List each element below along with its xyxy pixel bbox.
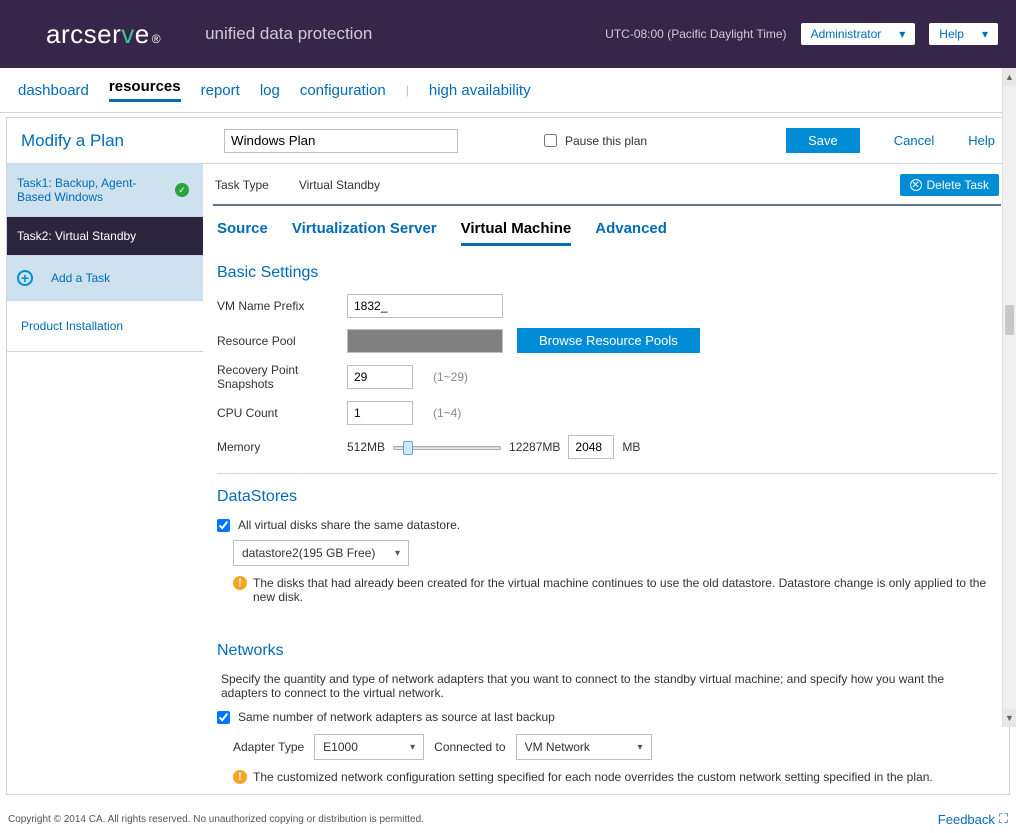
memory-min: 512MB <box>347 440 385 454</box>
caret-down-icon: ▾ <box>410 742 415 753</box>
warning-icon: ! <box>233 770 247 784</box>
caret-down-icon: ▾ <box>899 27 905 41</box>
memory-label: Memory <box>217 440 347 454</box>
nav-log[interactable]: log <box>260 82 280 99</box>
datastore-select[interactable]: datastore2(195 GB Free) ▾ <box>233 540 409 566</box>
tab-source[interactable]: Source <box>217 220 268 246</box>
help-link[interactable]: Help <box>968 133 995 148</box>
expand-icon: ⛶ <box>999 811 1008 827</box>
vm-prefix-input[interactable] <box>347 294 503 318</box>
tab-virtualization-server[interactable]: Virtualization Server <box>292 220 437 246</box>
tab-advanced[interactable]: Advanced <box>595 220 667 246</box>
vm-prefix-label: VM Name Prefix <box>217 299 347 313</box>
connected-to-label: Connected to <box>434 740 505 754</box>
networks-title: Networks <box>217 642 997 660</box>
pause-plan-checkbox[interactable] <box>544 134 557 147</box>
cpu-count-hint: (1~4) <box>433 406 461 420</box>
nav-dashboard[interactable]: dashboard <box>18 82 89 99</box>
task-type-label: Task Type <box>215 178 269 192</box>
nav-resources[interactable]: resources <box>109 78 181 102</box>
share-datastore-checkbox[interactable] <box>217 519 230 532</box>
scroll-up-icon[interactable]: ▲ <box>1003 68 1016 86</box>
scroll-thumb[interactable] <box>1005 305 1014 335</box>
browse-resource-pools-button[interactable]: Browse Resource Pools <box>517 328 700 353</box>
memory-slider[interactable] <box>393 441 501 453</box>
nav-high-availability[interactable]: high availability <box>429 82 531 99</box>
administrator-menu[interactable]: Administrator▾ <box>801 23 916 45</box>
memory-input[interactable] <box>568 435 614 459</box>
datastores-title: DataStores <box>217 488 997 506</box>
plan-name-input[interactable] <box>224 129 458 153</box>
same-adapters-label: Same number of network adapters as sourc… <box>238 710 555 724</box>
memory-unit: MB <box>622 440 640 454</box>
check-icon: ✓ <box>175 183 189 197</box>
save-button[interactable]: Save <box>786 128 860 153</box>
caret-down-icon: ▾ <box>395 548 400 559</box>
tagline: unified data protection <box>205 24 372 44</box>
vertical-scrollbar[interactable]: ▲ ▼ <box>1002 68 1016 727</box>
plus-icon: + <box>17 270 33 286</box>
memory-max: 12287MB <box>509 440 560 454</box>
adapter-type-select[interactable]: E1000 ▾ <box>314 734 424 760</box>
cpu-count-input[interactable] <box>347 401 413 425</box>
timezone: UTC-08:00 (Pacific Daylight Time) <box>605 27 786 41</box>
nav-configuration[interactable]: configuration <box>300 82 386 99</box>
snapshots-input[interactable] <box>347 365 413 389</box>
scroll-down-icon[interactable]: ▼ <box>1003 709 1016 727</box>
plan-header: Modify a Plan Pause this plan Save Cance… <box>7 118 1009 164</box>
task-type-value: Virtual Standby <box>299 178 380 192</box>
resource-pool-label: Resource Pool <box>217 334 347 348</box>
networks-warning: The customized network configuration set… <box>253 770 933 784</box>
connected-to-select[interactable]: VM Network ▾ <box>516 734 652 760</box>
sidebar-product-installation[interactable]: Product Installation <box>7 301 203 352</box>
task-subtabs: Source Virtualization Server Virtual Mac… <box>217 220 1001 246</box>
footer: Copyright © 2014 CA. All rights reserved… <box>0 805 1016 833</box>
pause-plan-label: Pause this plan <box>565 134 647 148</box>
app-header: arcserve® unified data protection UTC-08… <box>0 0 1016 68</box>
nav-separator: | <box>406 83 409 97</box>
task-sidebar: Task1: Backup, Agent-Based Windows ✓ Tas… <box>7 164 203 794</box>
sidebar-task2[interactable]: Task2: Virtual Standby <box>7 217 203 256</box>
add-task-button[interactable]: + Add a Task <box>7 256 203 301</box>
caret-down-icon: ▾ <box>638 742 643 753</box>
delete-icon: ✕ <box>910 179 922 191</box>
registered-icon: ® <box>152 32 161 46</box>
snapshots-label: Recovery Point Snapshots <box>217 363 347 391</box>
snapshots-hint: (1~29) <box>433 370 468 384</box>
feedback-link[interactable]: Feedback ⛶ <box>938 811 1008 827</box>
networks-description: Specify the quantity and type of network… <box>221 672 993 700</box>
help-menu[interactable]: Help▾ <box>929 23 998 45</box>
adapter-type-label: Adapter Type <box>233 740 304 754</box>
datastore-warning: The disks that had already been created … <box>253 576 997 604</box>
share-datastore-label: All virtual disks share the same datasto… <box>238 518 460 532</box>
warning-icon: ! <box>233 576 247 590</box>
logo: arcserve® <box>46 19 161 50</box>
tab-virtual-machine[interactable]: Virtual Machine <box>461 220 572 246</box>
cancel-button[interactable]: Cancel <box>894 133 934 148</box>
caret-down-icon: ▾ <box>982 27 988 41</box>
top-nav: dashboard resources report log configura… <box>0 68 1016 113</box>
cpu-count-label: CPU Count <box>217 406 347 420</box>
sidebar-task1[interactable]: Task1: Backup, Agent-Based Windows ✓ <box>7 164 203 217</box>
task-content: Task Type Virtual Standby ✕ Delete Task … <box>203 164 1009 794</box>
page-title: Modify a Plan <box>21 131 124 151</box>
nav-report[interactable]: report <box>201 82 240 99</box>
same-adapters-checkbox[interactable] <box>217 711 230 724</box>
delete-task-button[interactable]: ✕ Delete Task <box>900 174 999 196</box>
basic-settings-title: Basic Settings <box>217 264 997 282</box>
copyright: Copyright © 2014 CA. All rights reserved… <box>8 814 424 825</box>
plan-panel: Modify a Plan Pause this plan Save Cance… <box>6 117 1010 795</box>
resource-pool-input <box>347 329 503 353</box>
